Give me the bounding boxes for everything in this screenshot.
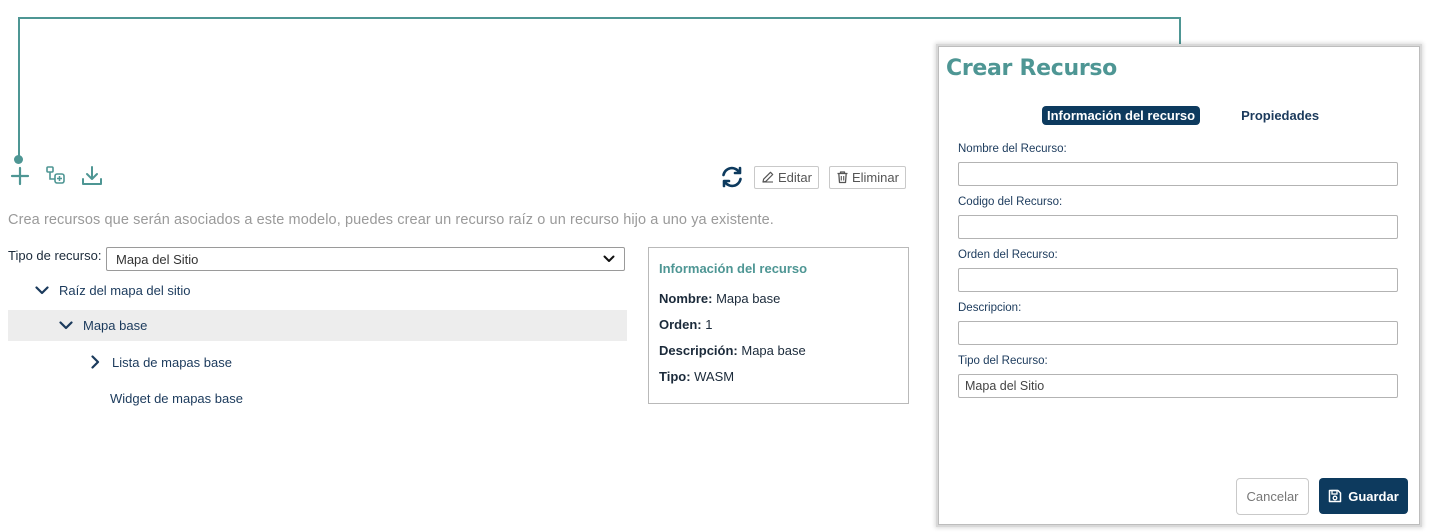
info-value: Mapa base xyxy=(712,291,781,306)
tree-add-icon[interactable] xyxy=(44,163,68,189)
chevron-right-icon[interactable] xyxy=(86,355,104,369)
resource-toolbar xyxy=(8,163,104,189)
tree-node-label: Widget de mapas base xyxy=(110,390,243,406)
code-field-label: Codigo del Recurso: xyxy=(958,196,1063,208)
info-label: Orden: xyxy=(659,317,702,332)
info-label: Tipo: xyxy=(659,369,691,384)
info-description-row: Descripción: Mapa base xyxy=(659,344,898,370)
info-card-title: Información del recurso xyxy=(659,261,808,276)
resource-description-field[interactable] xyxy=(958,321,1398,345)
helper-text: Crea recursos que serán asociados a este… xyxy=(8,212,774,228)
order-field-label: Orden del Recurso: xyxy=(958,249,1058,261)
info-order-row: Orden: 1 xyxy=(659,318,898,344)
tree-node-lista-mapas[interactable]: Lista de mapas base xyxy=(86,346,486,378)
resource-code-field[interactable] xyxy=(958,215,1398,239)
chevron-down-icon[interactable] xyxy=(33,285,51,295)
name-field-label: Nombre del Recurso: xyxy=(958,143,1067,155)
resource-info-card: Información del recurso Nombre: Mapa bas… xyxy=(648,247,909,404)
download-icon[interactable] xyxy=(80,163,104,189)
delete-label: Eliminar xyxy=(851,169,899,185)
trash-icon xyxy=(837,171,848,184)
resource-type-select[interactable]: Mapa del Sitio xyxy=(106,247,625,271)
info-type-row: Tipo: WASM xyxy=(659,370,898,396)
resource-type-field[interactable]: Mapa del Sitio xyxy=(958,374,1398,398)
info-label: Descripción: xyxy=(659,343,738,358)
create-resource-modal: Crear Recurso Información del recurso Pr… xyxy=(938,46,1420,525)
resource-type-value: Mapa del Sitio xyxy=(116,251,199,267)
tree-node-root[interactable]: Raíz del mapa del sitio xyxy=(33,274,623,306)
tree-node-mapa-base[interactable]: Mapa base xyxy=(8,310,627,341)
tree-node-widget-mapas[interactable]: Widget de mapas base xyxy=(110,382,510,414)
record-actions: Editar Eliminar xyxy=(718,163,906,191)
resource-type-label: Tipo de recurso: xyxy=(8,248,102,263)
callout-connector-line xyxy=(18,17,20,160)
modal-tabs: Información del recurso Propiedades xyxy=(1042,106,1324,125)
info-name-row: Nombre: Mapa base xyxy=(659,292,898,318)
delete-button[interactable]: Eliminar xyxy=(828,165,906,189)
resource-name-field[interactable] xyxy=(958,162,1398,186)
floppy-disk-icon xyxy=(1328,489,1342,503)
info-value: Mapa base xyxy=(737,343,806,358)
edit-label: Editar xyxy=(778,169,812,185)
description-field-label: Descripcion: xyxy=(958,302,1022,314)
pencil-icon xyxy=(762,171,774,183)
type-field-label: Tipo del Recurso: xyxy=(958,355,1048,367)
resource-order-field[interactable] xyxy=(958,268,1398,292)
chevron-down-icon xyxy=(603,255,615,262)
info-value: 1 xyxy=(701,317,713,332)
cancel-button[interactable]: Cancelar xyxy=(1236,478,1309,515)
callout-connector-line xyxy=(18,17,1181,19)
save-label: Guardar xyxy=(1348,488,1399,504)
info-label: Nombre: xyxy=(659,291,713,306)
refresh-icon[interactable] xyxy=(718,163,746,191)
info-value: WASM xyxy=(690,369,735,384)
edit-button[interactable]: Editar xyxy=(754,165,819,189)
tree-node-label: Lista de mapas base xyxy=(112,354,232,370)
chevron-down-icon[interactable] xyxy=(57,321,75,330)
modal-title: Crear Recurso xyxy=(946,56,1117,81)
plus-icon[interactable] xyxy=(8,163,32,189)
tab-properties[interactable]: Propiedades xyxy=(1236,106,1324,125)
tab-resource-info[interactable]: Información del recurso xyxy=(1042,106,1201,125)
tree-node-label: Mapa base xyxy=(83,318,148,333)
save-button[interactable]: Guardar xyxy=(1319,478,1408,514)
tree-node-label: Raíz del mapa del sitio xyxy=(59,282,191,298)
